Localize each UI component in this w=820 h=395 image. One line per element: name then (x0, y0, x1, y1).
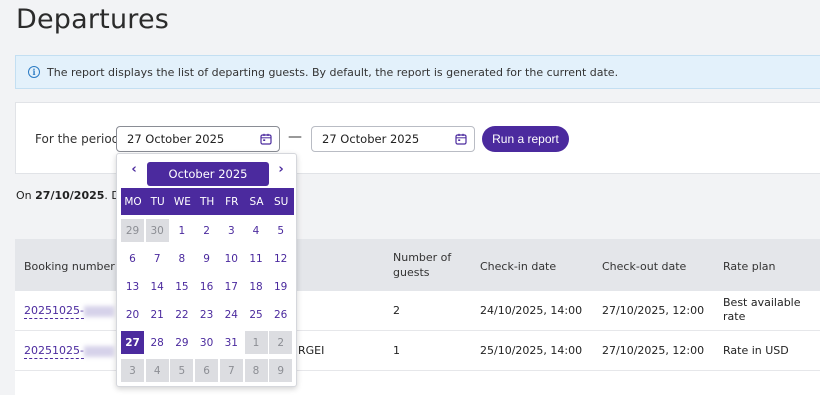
calendar-day[interactable]: 6 (121, 247, 144, 270)
period-label: For the period: (35, 132, 124, 146)
calendar-day[interactable]: 13 (121, 275, 144, 298)
weekday-label: FR (225, 195, 239, 208)
prev-month-button[interactable]: ‹ (127, 162, 141, 177)
date-from-value: 27 October 2025 (127, 132, 225, 146)
calendar-day[interactable]: 29 (121, 219, 144, 242)
calendar-day[interactable]: 5 (269, 219, 292, 242)
page-title: Departures (16, 4, 170, 35)
calendar-day[interactable]: 7 (146, 247, 169, 270)
period-separator: — (288, 129, 302, 145)
info-banner: i The report displays the list of depart… (15, 55, 820, 89)
calendar-day[interactable]: 25 (245, 303, 268, 326)
calendar-day[interactable]: 2 (195, 219, 218, 242)
calendar-day[interactable]: 18 (245, 275, 268, 298)
calendar-day[interactable]: 16 (195, 275, 218, 298)
calendar-day[interactable]: 10 (220, 247, 243, 270)
weekday-label: MO (124, 195, 142, 208)
date-to-value: 27 October 2025 (322, 132, 420, 146)
header-checkin: Check-in date (480, 260, 557, 273)
guests-cell: 2 (393, 304, 400, 317)
calendar-day[interactable]: 26 (269, 303, 292, 326)
calendar-day[interactable]: 31 (220, 331, 243, 354)
date-picker-popup: ‹ October 2025 › MO TU WE TH FR SA SU 29 30 1 2 3 4… (116, 153, 297, 387)
calendar-day-selected[interactable]: 27 (121, 331, 144, 354)
calendar-day[interactable]: 24 (220, 303, 243, 326)
calendar-day[interactable]: 1 (170, 219, 193, 242)
calendar-day[interactable]: 21 (146, 303, 169, 326)
calendar-icon[interactable] (260, 133, 272, 145)
calendar-day[interactable]: 2 (269, 331, 293, 354)
calendar-day[interactable]: 7 (219, 359, 243, 382)
next-month-button[interactable]: › (274, 162, 288, 177)
calendar-day[interactable]: 9 (195, 247, 218, 270)
weekday-label: TU (150, 195, 165, 208)
guest-name-cell: RGEI (298, 344, 325, 357)
calendar-day[interactable]: 17 (220, 275, 243, 298)
calendar-day[interactable]: 8 (244, 359, 268, 382)
rate-plan-cell: Best available rate (723, 296, 801, 323)
calendar-day[interactable]: 14 (146, 275, 169, 298)
calendar-day[interactable]: 3 (121, 359, 144, 382)
calendar-day[interactable]: 1 (244, 331, 268, 354)
header-checkout: Check-out date (602, 260, 687, 273)
calendar-day[interactable]: 19 (269, 275, 292, 298)
checkout-cell: 27/10/2025, 12:00 (602, 304, 705, 317)
calendar-day[interactable]: 23 (195, 303, 218, 326)
checkin-cell: 25/10/2025, 14:00 (480, 344, 583, 357)
calendar-day[interactable]: 9 (269, 359, 293, 382)
date-from-input[interactable]: 27 October 2025 (116, 126, 280, 152)
weekday-label: WE (173, 195, 191, 208)
guests-cell: 1 (393, 344, 400, 357)
run-report-button[interactable]: Run a report (482, 126, 569, 152)
info-icon: i (28, 66, 40, 78)
summary-date: 27/10/2025 (35, 189, 105, 202)
calendar-day[interactable]: 29 (170, 331, 193, 354)
calendar-day[interactable]: 30 (195, 331, 218, 354)
rate-plan-cell: Rate in USD (723, 344, 789, 357)
calendar-day[interactable]: 20 (121, 303, 144, 326)
calendar-day[interactable]: 4 (145, 359, 169, 382)
header-booking-number: Booking number (24, 260, 115, 273)
weekday-label: SU (274, 195, 289, 208)
header-guests: Number of guests (393, 251, 452, 279)
calendar-day[interactable]: 12 (269, 247, 292, 270)
calendar-day[interactable]: 5 (170, 359, 194, 382)
info-text: The report displays the list of departin… (47, 65, 619, 79)
calendar-day[interactable]: 15 (170, 275, 193, 298)
checkin-cell: 24/10/2025, 14:00 (480, 304, 583, 317)
calendar-day[interactable]: 22 (170, 303, 193, 326)
calendar-day[interactable]: 11 (245, 247, 268, 270)
calendar-day[interactable]: 28 (146, 331, 169, 354)
header-rate-plan: Rate plan (723, 260, 776, 273)
checkout-cell: 27/10/2025, 12:00 (602, 344, 705, 357)
weekday-label: SA (249, 195, 264, 208)
date-to-input[interactable]: 27 October 2025 (311, 126, 475, 152)
calendar-day[interactable]: 3 (220, 219, 243, 242)
calendar-day[interactable]: 30 (145, 219, 169, 242)
booking-number-link[interactable]: 20251025- (24, 344, 114, 359)
booking-number-link[interactable]: 20251025- (24, 304, 114, 319)
calendar-day[interactable]: 4 (245, 219, 268, 242)
calendar-icon[interactable] (455, 133, 467, 145)
calendar-day[interactable]: 6 (195, 359, 219, 382)
weekday-label: TH (199, 195, 215, 208)
month-selector[interactable]: October 2025 (147, 162, 269, 186)
calendar-day[interactable]: 8 (170, 247, 193, 270)
weekday-header: MO TU WE TH FR SA SU (121, 188, 294, 215)
